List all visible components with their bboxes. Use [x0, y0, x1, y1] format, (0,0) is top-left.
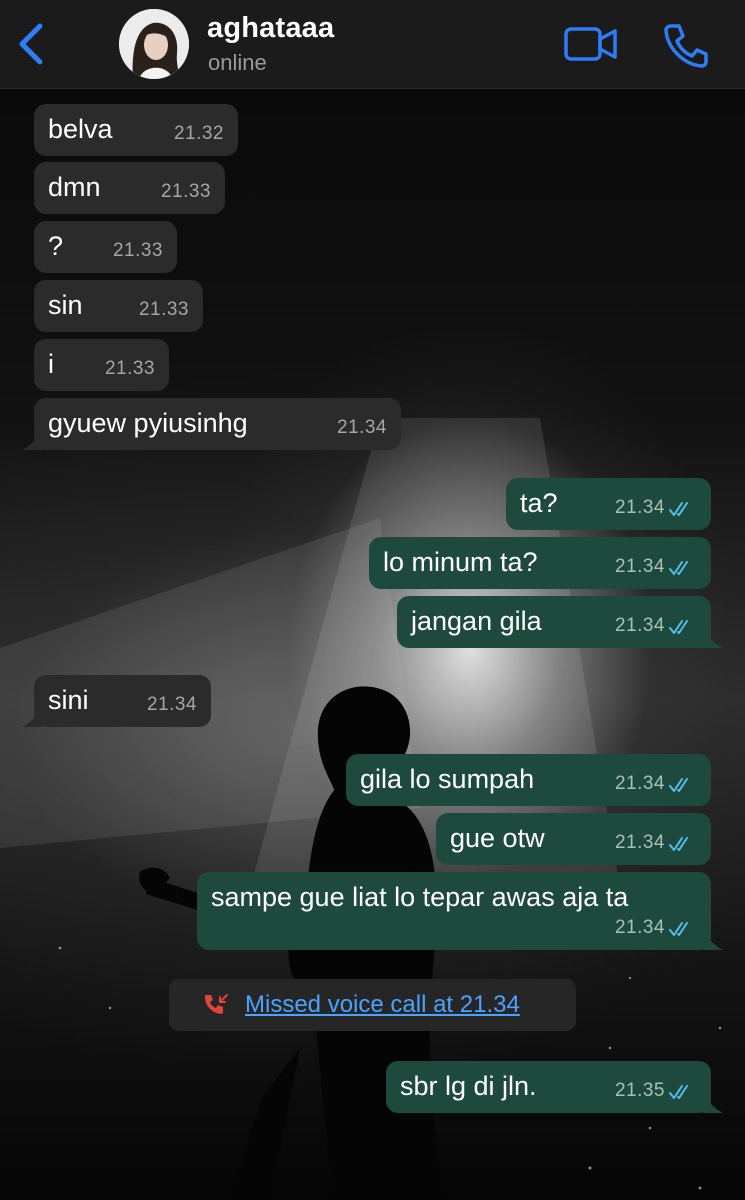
message-time: 21.34 [614, 556, 665, 577]
message-text: gue otw [450, 823, 545, 853]
phone-icon [664, 24, 708, 68]
message-time: 21.34 [614, 497, 665, 518]
message-time: 21.34 [614, 615, 665, 636]
message-text: jangan gila [411, 606, 542, 636]
message-text: sbr lg di jln. [400, 1071, 537, 1101]
message-time: 21.33 [104, 358, 155, 379]
message-bubble-incoming[interactable]: dmn 21.33 [34, 162, 225, 214]
bubble-tail [703, 628, 723, 648]
message-text: sampe gue liat lo tepar awas aja ta [211, 882, 629, 912]
message-time: 21.34 [614, 773, 665, 794]
double-check-icon [669, 778, 688, 792]
message-bubble-outgoing[interactable]: sbr lg di jln. 21.35 [386, 1061, 723, 1113]
message-time: 21.33 [112, 240, 163, 261]
message-text: sin [48, 290, 83, 320]
missed-call-link[interactable]: Missed voice call at 21.34 [245, 991, 520, 1019]
double-check-icon [669, 837, 688, 851]
chevron-left-icon [19, 23, 43, 65]
chat-header: aghataaa online [0, 0, 745, 89]
video-call-button[interactable] [563, 24, 619, 64]
message-bubble-outgoing[interactable]: gue otw 21.34 [436, 813, 711, 865]
bubble-tail [22, 707, 42, 727]
message-bubble-outgoing[interactable]: gila lo sumpah 21.34 [346, 754, 711, 806]
message-bubble-outgoing[interactable]: jangan gila 21.34 [397, 596, 723, 648]
contact-photo [119, 9, 189, 79]
message-text: gila lo sumpah [360, 764, 535, 794]
message-text: ta? [520, 488, 558, 518]
message-bubble-incoming[interactable]: sin 21.33 [34, 280, 203, 332]
message-bubble-incoming[interactable]: ? 21.33 [34, 221, 177, 273]
message-bubble-outgoing[interactable]: sampe gue liat lo tepar awas aja ta 21.3… [197, 872, 723, 950]
message-text: belva [48, 114, 113, 144]
avatar[interactable] [119, 9, 189, 79]
message-bubble-incoming[interactable]: belva 21.32 [34, 104, 238, 156]
message-time: 21.34 [614, 832, 665, 853]
double-check-icon [669, 502, 688, 516]
bubble-tail [703, 930, 723, 950]
back-button[interactable] [14, 22, 50, 66]
double-check-icon [669, 561, 688, 575]
double-check-icon [669, 1085, 688, 1099]
video-camera-icon [564, 27, 617, 61]
contact-status: online [208, 50, 267, 75]
bubble-tail [22, 430, 42, 450]
message-time: 21.32 [173, 123, 224, 144]
message-bubble-incoming[interactable]: i 21.33 [34, 339, 169, 391]
contact-name[interactable]: aghataaa [207, 12, 334, 45]
missed-call-icon [205, 994, 228, 1014]
message-text: ? [48, 231, 64, 261]
message-bubble-incoming[interactable]: sini 21.34 [22, 675, 211, 727]
message-time: 21.34 [614, 917, 665, 938]
message-time: 21.35 [614, 1080, 665, 1101]
message-time: 21.34 [146, 694, 197, 715]
message-time: 21.33 [138, 299, 189, 320]
message-bubble-outgoing[interactable]: ta? 21.34 [506, 478, 711, 530]
message-time: 21.34 [336, 417, 387, 438]
message-bubble-incoming[interactable]: gyuew pyiusinhg 21.34 [22, 398, 401, 450]
bubble-tail [703, 1093, 723, 1113]
message-bubble-outgoing[interactable]: lo minum ta? 21.34 [369, 537, 711, 589]
message-text: gyuew pyiusinhg [48, 408, 248, 438]
message-time: 21.33 [160, 181, 211, 202]
message-text: sini [48, 685, 89, 715]
message-text: dmn [48, 172, 101, 202]
double-check-icon [669, 620, 688, 634]
missed-call-notice[interactable]: Missed voice call at 21.34 [169, 979, 576, 1031]
double-check-icon [669, 922, 688, 936]
voice-call-button[interactable] [662, 20, 708, 68]
message-text: i [48, 349, 54, 379]
message-text: lo minum ta? [383, 547, 538, 577]
